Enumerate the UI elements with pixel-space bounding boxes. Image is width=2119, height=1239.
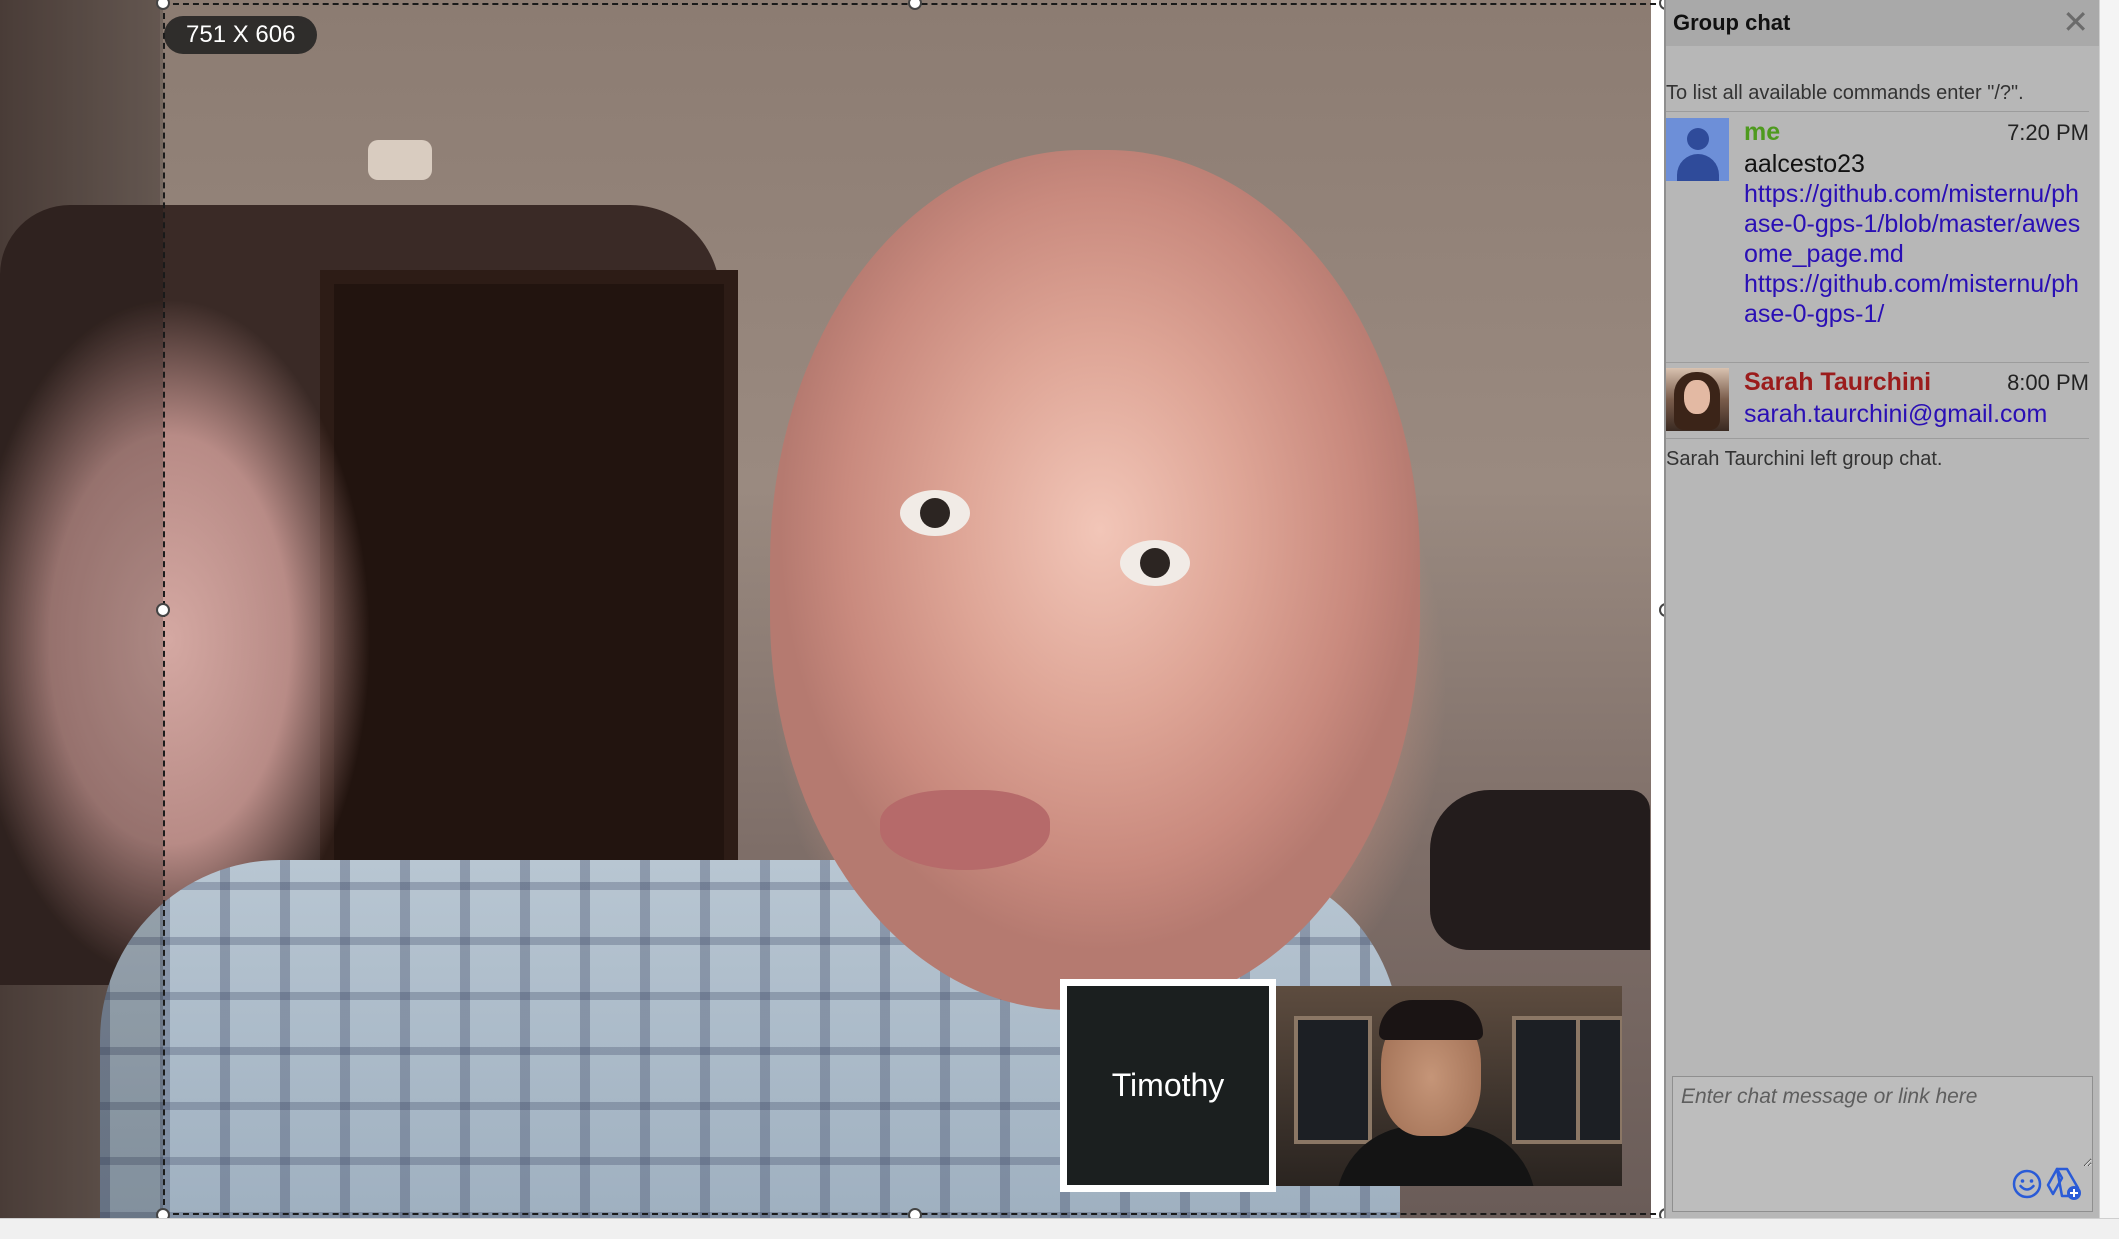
- chat-input-box[interactable]: [1672, 1076, 2093, 1212]
- participant-face: [770, 150, 1420, 1010]
- smiley-icon[interactable]: [2012, 1169, 2042, 1199]
- chat-divider: [1666, 362, 2089, 363]
- bottom-status-bar: [0, 1218, 2119, 1239]
- chat-divider: [1666, 111, 2089, 112]
- mouth: [880, 790, 1050, 870]
- close-icon[interactable]: ✕: [2062, 6, 2089, 38]
- window-edge-scrollbar[interactable]: [2099, 0, 2119, 1218]
- thumbnail-hair: [1379, 1000, 1483, 1040]
- left-eye: [900, 490, 970, 536]
- thumbnail-window: [1576, 1016, 1622, 1144]
- google-drive-add-icon[interactable]: [2046, 1167, 2082, 1201]
- chat-header: Group chat ✕: [1666, 0, 2099, 46]
- self-view-name: Timothy: [1111, 1067, 1225, 1103]
- avatar-body-shape: [1677, 154, 1719, 181]
- crop-dim-region: [0, 0, 163, 1218]
- chat-message: Sarah Taurchini 8:00 PM sarah.taurchini@…: [1666, 368, 2089, 438]
- thumbnail-window: [1294, 1016, 1372, 1144]
- photo-avatar: [1666, 368, 1729, 431]
- crop-handle-middle-left[interactable]: [156, 603, 170, 617]
- message-sender: Sarah Taurchini: [1744, 368, 1932, 396]
- chat-message-input[interactable]: [1673, 1077, 2092, 1167]
- chat-commands-hint: To list all available commands enter "/?…: [1666, 82, 2024, 104]
- crop-size-label: 751 X 606: [164, 16, 318, 54]
- message-email-link[interactable]: sarah.taurchini@gmail.com: [1744, 399, 2089, 429]
- chat-title: Group chat: [1673, 10, 1791, 35]
- right-eye: [1120, 540, 1190, 586]
- message-time: 7:20 PM: [2007, 120, 2089, 145]
- default-person-avatar: [1666, 118, 1729, 181]
- chat-divider: [1666, 438, 2089, 439]
- message-link[interactable]: https://github.com/misternu/phase-0-gps-…: [1744, 179, 2089, 269]
- message-text: aalcesto23: [1744, 150, 1865, 178]
- avatar-head-shape: [1687, 128, 1709, 150]
- group-chat-panel: Group chat ✕ To list all available comma…: [1664, 0, 2099, 1218]
- background-door: [320, 270, 738, 938]
- self-view-tile[interactable]: Timothy: [1060, 979, 1276, 1192]
- message-time: 8:00 PM: [2007, 370, 2089, 395]
- chat-system-message: Sarah Taurchini left group chat.: [1666, 448, 1943, 470]
- participant-thumbnail[interactable]: [1276, 986, 1622, 1186]
- background-object: [1430, 790, 1650, 950]
- message-sender: me: [1744, 118, 1781, 146]
- avatar-face-shape: [1684, 380, 1710, 414]
- message-body: aalcesto23 https://github.com/misternu/p…: [1744, 149, 2089, 329]
- chat-message: me 7:20 PM aalcesto23 https://github.com…: [1666, 118, 2089, 358]
- video-call-app: 751 X 606 Timothy Group chat ✕ To list a…: [0, 0, 2119, 1239]
- message-body: sarah.taurchini@gmail.com: [1744, 399, 2089, 429]
- message-link[interactable]: https://github.com/misternu/phase-0-gps-…: [1744, 269, 2089, 329]
- background-doorbell: [368, 140, 432, 180]
